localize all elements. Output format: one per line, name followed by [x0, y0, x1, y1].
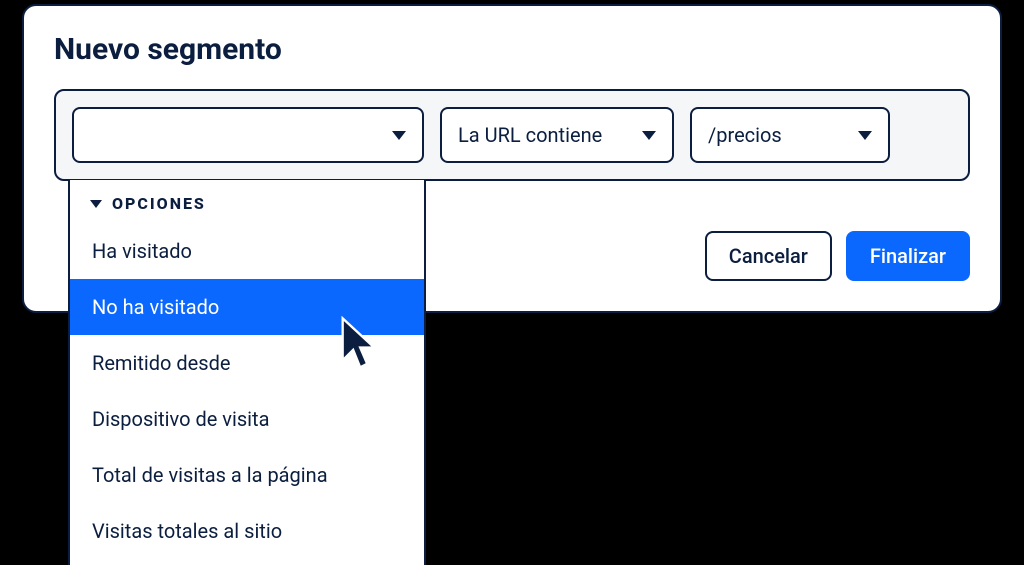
- dropdown-item[interactable]: Total de visitas a la página: [70, 447, 424, 503]
- field-select-dropdown: Opciones Ha visitadoNo ha visitadoRemiti…: [68, 180, 426, 565]
- operator-select[interactable]: La URL contiene: [440, 107, 674, 163]
- cancel-button-label: Cancelar: [729, 244, 808, 268]
- dropdown-header: Opciones: [70, 194, 424, 223]
- dropdown-item[interactable]: Visitas totales al sitio: [70, 503, 424, 559]
- value-select-value: /precios: [708, 123, 782, 147]
- cancel-button[interactable]: Cancelar: [705, 231, 832, 281]
- dropdown-item[interactable]: Remitido desde: [70, 335, 424, 391]
- field-select[interactable]: [72, 107, 424, 163]
- dropdown-item[interactable]: Dispositivo de visita: [70, 391, 424, 447]
- dropdown-item[interactable]: No ha visitado: [70, 279, 424, 335]
- dropdown-header-label: Opciones: [112, 194, 206, 213]
- caret-down-icon: [392, 131, 406, 140]
- dropdown-item[interactable]: Ha visitado: [70, 223, 424, 279]
- caret-down-icon: [90, 200, 102, 208]
- finish-button[interactable]: Finalizar: [846, 231, 970, 281]
- caret-down-icon: [642, 131, 656, 140]
- operator-select-value: La URL contiene: [458, 123, 602, 147]
- modal-title: Nuevo segmento: [54, 32, 970, 67]
- finish-button-label: Finalizar: [870, 244, 946, 268]
- caret-down-icon: [858, 131, 872, 140]
- filter-bar: La URL contiene /precios: [54, 89, 970, 181]
- value-select[interactable]: /precios: [690, 107, 890, 163]
